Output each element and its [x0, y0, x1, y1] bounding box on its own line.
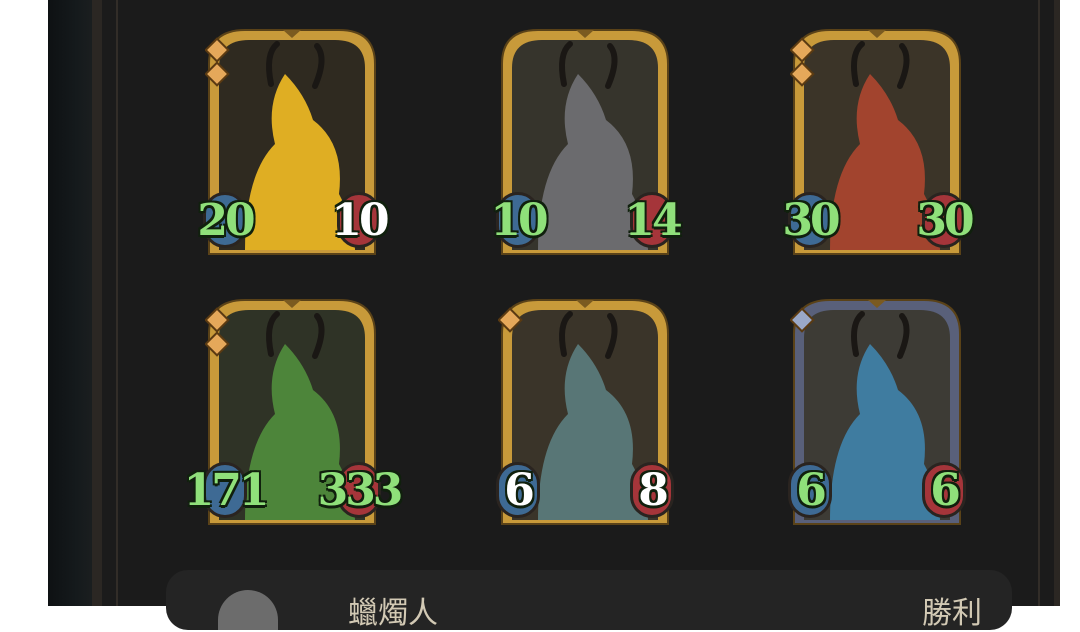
battle-result: 勝利	[922, 596, 982, 631]
health-value: 10	[331, 194, 389, 246]
background-left-strip	[48, 0, 96, 606]
minion-card-serpent-dragon[interactable]: 68	[496, 294, 674, 534]
attack-value: 20	[197, 194, 255, 246]
attack-value: 171	[183, 464, 270, 516]
battle-record-row[interactable]	[166, 570, 1012, 630]
attack-stat: 10	[490, 188, 549, 252]
minion-card-gray-dragon[interactable]: 10 14	[490, 24, 683, 264]
attack-stat: 30	[782, 188, 841, 252]
health-stat: 30	[916, 188, 975, 252]
health-value: 6	[930, 464, 961, 516]
attack-value: 30	[782, 194, 840, 246]
attack-stat: 6	[784, 458, 836, 522]
attack-value: 10	[490, 194, 548, 246]
health-stat: 10	[331, 188, 390, 252]
attack-stat: 171	[184, 458, 269, 522]
health-value: 30	[916, 194, 974, 246]
minion-card-red-dragon[interactable]: 30 30	[782, 24, 975, 264]
health-stat: 333	[318, 458, 403, 522]
health-value: 333	[317, 464, 404, 516]
health-value: 14	[624, 194, 682, 246]
minion-card-blue-dragon[interactable]: 66	[788, 294, 966, 534]
attack-stat: 6	[492, 458, 544, 522]
attack-value: 6	[796, 464, 827, 516]
minion-card-green-dragon[interactable]: 171 333	[184, 294, 403, 534]
health-stat: 8	[626, 458, 678, 522]
health-stat: 6	[918, 458, 970, 522]
minion-card-gold-dragon[interactable]: 20 10	[197, 24, 390, 264]
attack-value: 6	[504, 464, 535, 516]
health-value: 8	[638, 464, 669, 516]
attack-stat: 20	[197, 188, 256, 252]
health-stat: 14	[624, 188, 683, 252]
player-name: 蠟燭人	[348, 596, 438, 631]
